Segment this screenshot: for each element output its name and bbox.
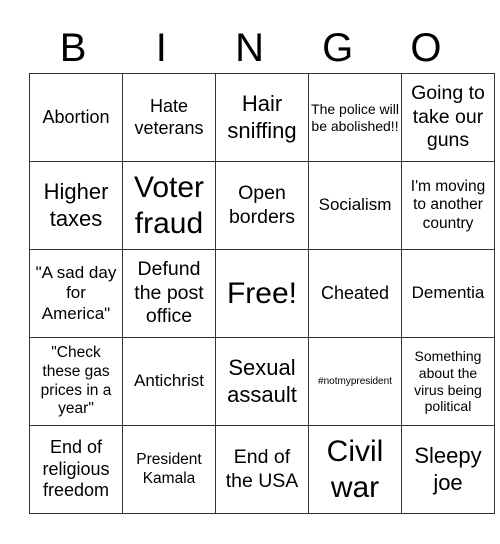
bingo-cell[interactable]: End of the USA (215, 425, 309, 514)
header-letter-g: G (322, 26, 354, 70)
board-row: "Check these gas prices in a year" Antic… (29, 337, 495, 426)
bingo-cell[interactable]: Cheated (308, 249, 402, 338)
board-row: "A sad day for America" Defund the post … (29, 249, 495, 338)
bingo-cell[interactable]: Defund the post office (122, 249, 216, 338)
free-space-cell[interactable]: Free! (215, 249, 309, 338)
bingo-cell[interactable]: Going to take our guns (401, 73, 495, 162)
bingo-cell[interactable]: Voter fraud (122, 161, 216, 250)
header-letter-n: N (235, 26, 264, 70)
bingo-cell[interactable]: Sexual assault (215, 337, 309, 426)
bingo-cell[interactable]: Abortion (29, 73, 123, 162)
bingo-cell[interactable]: Hate veterans (122, 73, 216, 162)
header-letter-i: I (155, 26, 167, 70)
bingo-cell[interactable]: Hair sniffing (215, 73, 309, 162)
bingo-cell[interactable]: Civil war (308, 425, 402, 514)
bingo-cell[interactable]: #notmypresident (308, 337, 402, 426)
bingo-cell[interactable]: "Check these gas prices in a year" (29, 337, 123, 426)
bingo-cell[interactable]: End of religious freedom (29, 425, 123, 514)
bingo-cell[interactable]: The police will be abolished!! (308, 73, 402, 162)
bingo-cell[interactable]: I'm moving to another country (401, 161, 495, 250)
board-row: Higher taxes Voter fraud Open borders So… (29, 161, 495, 250)
bingo-board: Abortion Hate veterans Hair sniffing The… (29, 73, 495, 514)
bingo-cell[interactable]: President Kamala (122, 425, 216, 514)
board-row: End of religious freedom President Kamal… (29, 425, 495, 514)
bingo-cell[interactable]: Antichrist (122, 337, 216, 426)
bingo-cell[interactable]: Something about the virus being politica… (401, 337, 495, 426)
bingo-cell[interactable]: Dementia (401, 249, 495, 338)
bingo-cell[interactable]: "A sad day for America" (29, 249, 123, 338)
bingo-cell[interactable]: Open borders (215, 161, 309, 250)
bingo-cell[interactable]: Socialism (308, 161, 402, 250)
header-letter-b: B (59, 26, 87, 70)
board-row: Abortion Hate veterans Hair sniffing The… (29, 73, 495, 162)
header-letter-o: O (410, 26, 442, 70)
bingo-header: B I N G O (29, 24, 470, 72)
bingo-cell[interactable]: Sleepy joe (401, 425, 495, 514)
bingo-cell[interactable]: Higher taxes (29, 161, 123, 250)
